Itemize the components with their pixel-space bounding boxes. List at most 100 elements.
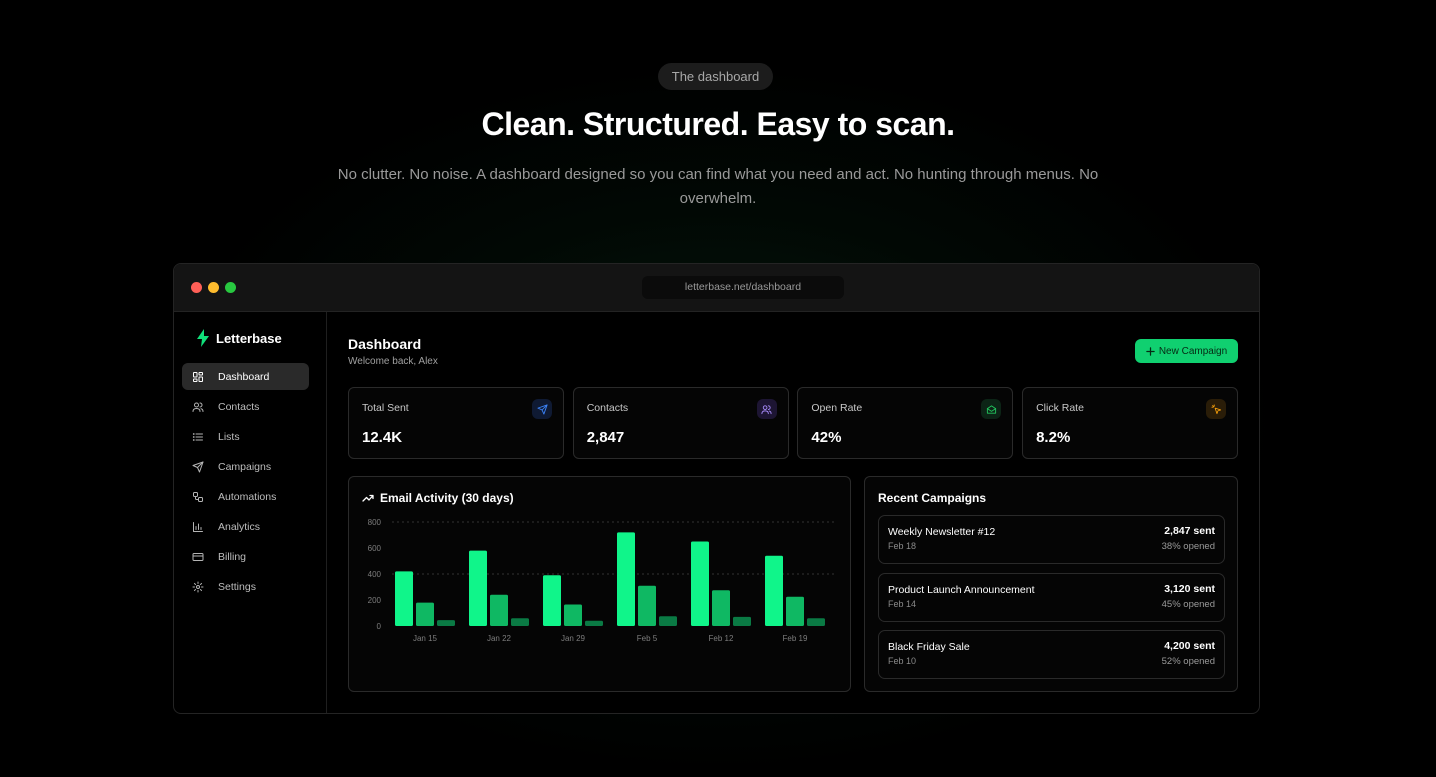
recent-campaigns-title: Recent Campaigns (878, 491, 987, 505)
close-window-button[interactable] (191, 282, 202, 293)
sidebar-item-contacts[interactable]: Contacts (182, 393, 309, 420)
grid-icon (193, 371, 203, 382)
sidebar-item-label: Automations (218, 490, 277, 503)
recent-campaigns-panel: Recent Campaigns Weekly Newsletter #12 Fe… (864, 476, 1238, 692)
campaign-item[interactable]: Black Friday Sale Feb 10 4,200 sent 52% ope… (878, 630, 1225, 679)
trending-up-icon (362, 494, 374, 502)
credit-card-icon (192, 552, 204, 561)
send-icon (536, 403, 548, 415)
minimize-window-button[interactable] (208, 282, 219, 293)
bar (691, 541, 709, 626)
bar (437, 620, 455, 626)
bar-chart-icon (193, 521, 203, 532)
sidebar-item-label: Dashboard (218, 370, 270, 383)
click-icon (1211, 403, 1221, 414)
bar (786, 596, 804, 626)
bar (807, 618, 825, 626)
campaign-name: Black Friday Sale (888, 641, 970, 653)
gear-icon (192, 581, 204, 592)
bar (416, 602, 434, 626)
bar (511, 618, 529, 626)
users-icon (192, 402, 204, 412)
stat-card-open-rate[interactable]: Open Rate 42% (797, 387, 1014, 459)
sidebar-item-label: Billing (218, 550, 247, 563)
send-icon (192, 461, 204, 472)
list-icon (192, 432, 203, 441)
stat-card-click-rate[interactable]: Click Rate 8.2% (1022, 387, 1239, 459)
plus-icon (1146, 346, 1155, 356)
bar (765, 555, 783, 626)
stat-label: Contacts (586, 402, 629, 414)
sidebar-item-dashboard[interactable]: Dashboard (182, 363, 309, 390)
hero-title: Clean. Structured. Easy to scan. (481, 106, 955, 142)
y-tick-label: 600 (368, 544, 382, 553)
browser-window: letterbase.net/dashboard Letterbase Dash… (173, 263, 1260, 714)
page-title: Dashboard (348, 336, 422, 352)
stat-card-contacts[interactable]: Contacts 2,847 (572, 387, 789, 459)
x-tick-label: Jan 29 (561, 634, 586, 643)
y-tick-label: 0 (377, 622, 382, 631)
sidebar-item-campaigns[interactable]: Campaigns (182, 453, 309, 480)
y-tick-label: 400 (368, 570, 382, 579)
sidebar-item-label: Campaigns (218, 460, 272, 473)
campaign-sent: 3,120 sent (1164, 582, 1215, 595)
stat-label: Total Sent (362, 402, 409, 414)
stat-value: 8.2% (1036, 429, 1071, 446)
sidebar-item-label: Settings (218, 580, 256, 593)
bar (469, 550, 487, 626)
email-activity-title: Email Activity (30 days) (362, 491, 514, 505)
sidebar-item-settings[interactable]: Settings (182, 573, 309, 600)
campaign-date: Feb 10 (888, 656, 917, 666)
x-tick-label: Feb 5 (637, 634, 658, 643)
address-bar[interactable]: letterbase.net/dashboard (642, 276, 844, 299)
sidebar: Letterbase Dashboard Contacts Lists Campaig… (174, 312, 327, 713)
stat-icon-badge (532, 399, 552, 419)
workflow-icon (193, 491, 203, 502)
maximize-window-button[interactable] (225, 282, 236, 293)
main-content: Dashboard Welcome back, Alex New Campaig… (328, 312, 1259, 713)
sidebar-item-lists[interactable]: Lists (182, 423, 309, 450)
stat-value: 42% (811, 429, 842, 446)
x-tick-label: Jan 22 (487, 634, 512, 643)
campaign-sent: 4,200 sent (1164, 640, 1215, 652)
stat-icon-badge (981, 399, 1002, 419)
y-tick-label: 800 (368, 518, 382, 527)
users-icon (761, 404, 772, 414)
campaign-opened: 38% opened (1161, 541, 1215, 552)
stat-icon-badge (756, 399, 777, 419)
sidebar-item-billing[interactable]: Billing (182, 543, 309, 570)
campaign-item[interactable]: Product Launch Announcement Feb 14 3,120 s… (878, 572, 1225, 622)
window-titlebar: letterbase.net/dashboard (174, 264, 1259, 312)
brand-name: Letterbase (216, 330, 282, 346)
sidebar-item-automations[interactable]: Automations (182, 483, 309, 510)
bar (543, 575, 561, 626)
lightning-icon (197, 329, 209, 347)
stat-card-total-sent[interactable]: Total Sent 12.4K (348, 387, 564, 459)
campaign-date: Feb 14 (888, 598, 917, 609)
stat-icon-badge (1206, 399, 1227, 419)
sidebar-nav: Dashboard Contacts Lists Campaigns Automatio… (182, 363, 309, 603)
campaign-opened: 45% opened (1161, 598, 1215, 610)
email-activity-title-text: Email Activity (30 days) (380, 491, 514, 505)
stat-label: Open Rate (811, 402, 863, 414)
campaign-name: Weekly Newsletter #12 (888, 526, 996, 538)
bar (617, 532, 635, 626)
email-activity-chart: 0 200 400 600 800 Jan 15 Jan 22 Jan 29 Feb 5 Feb … (368, 518, 836, 643)
stat-value: 12.4K (362, 429, 403, 446)
new-campaign-button[interactable]: New Campaign (1135, 339, 1238, 363)
x-tick-label: Feb 19 (783, 634, 808, 643)
email-activity-panel: Email Activity (30 days) 0 200 400 600 800 Ja… (348, 476, 851, 692)
section-pill: The dashboard (658, 63, 773, 90)
bar (659, 616, 677, 626)
mail-open-icon (986, 404, 996, 414)
bar (585, 620, 603, 626)
bar (395, 571, 413, 626)
brand[interactable]: Letterbase (196, 328, 282, 348)
x-tick-label: Feb 12 (709, 634, 734, 643)
stat-value: 2,847 (586, 429, 625, 446)
bar (638, 585, 656, 626)
sidebar-item-analytics[interactable]: Analytics (182, 513, 309, 540)
campaign-item[interactable]: Weekly Newsletter #12 Feb 18 2,847 sent 38%… (878, 515, 1225, 564)
bar (490, 594, 508, 626)
x-tick-label: Jan 15 (413, 634, 438, 643)
